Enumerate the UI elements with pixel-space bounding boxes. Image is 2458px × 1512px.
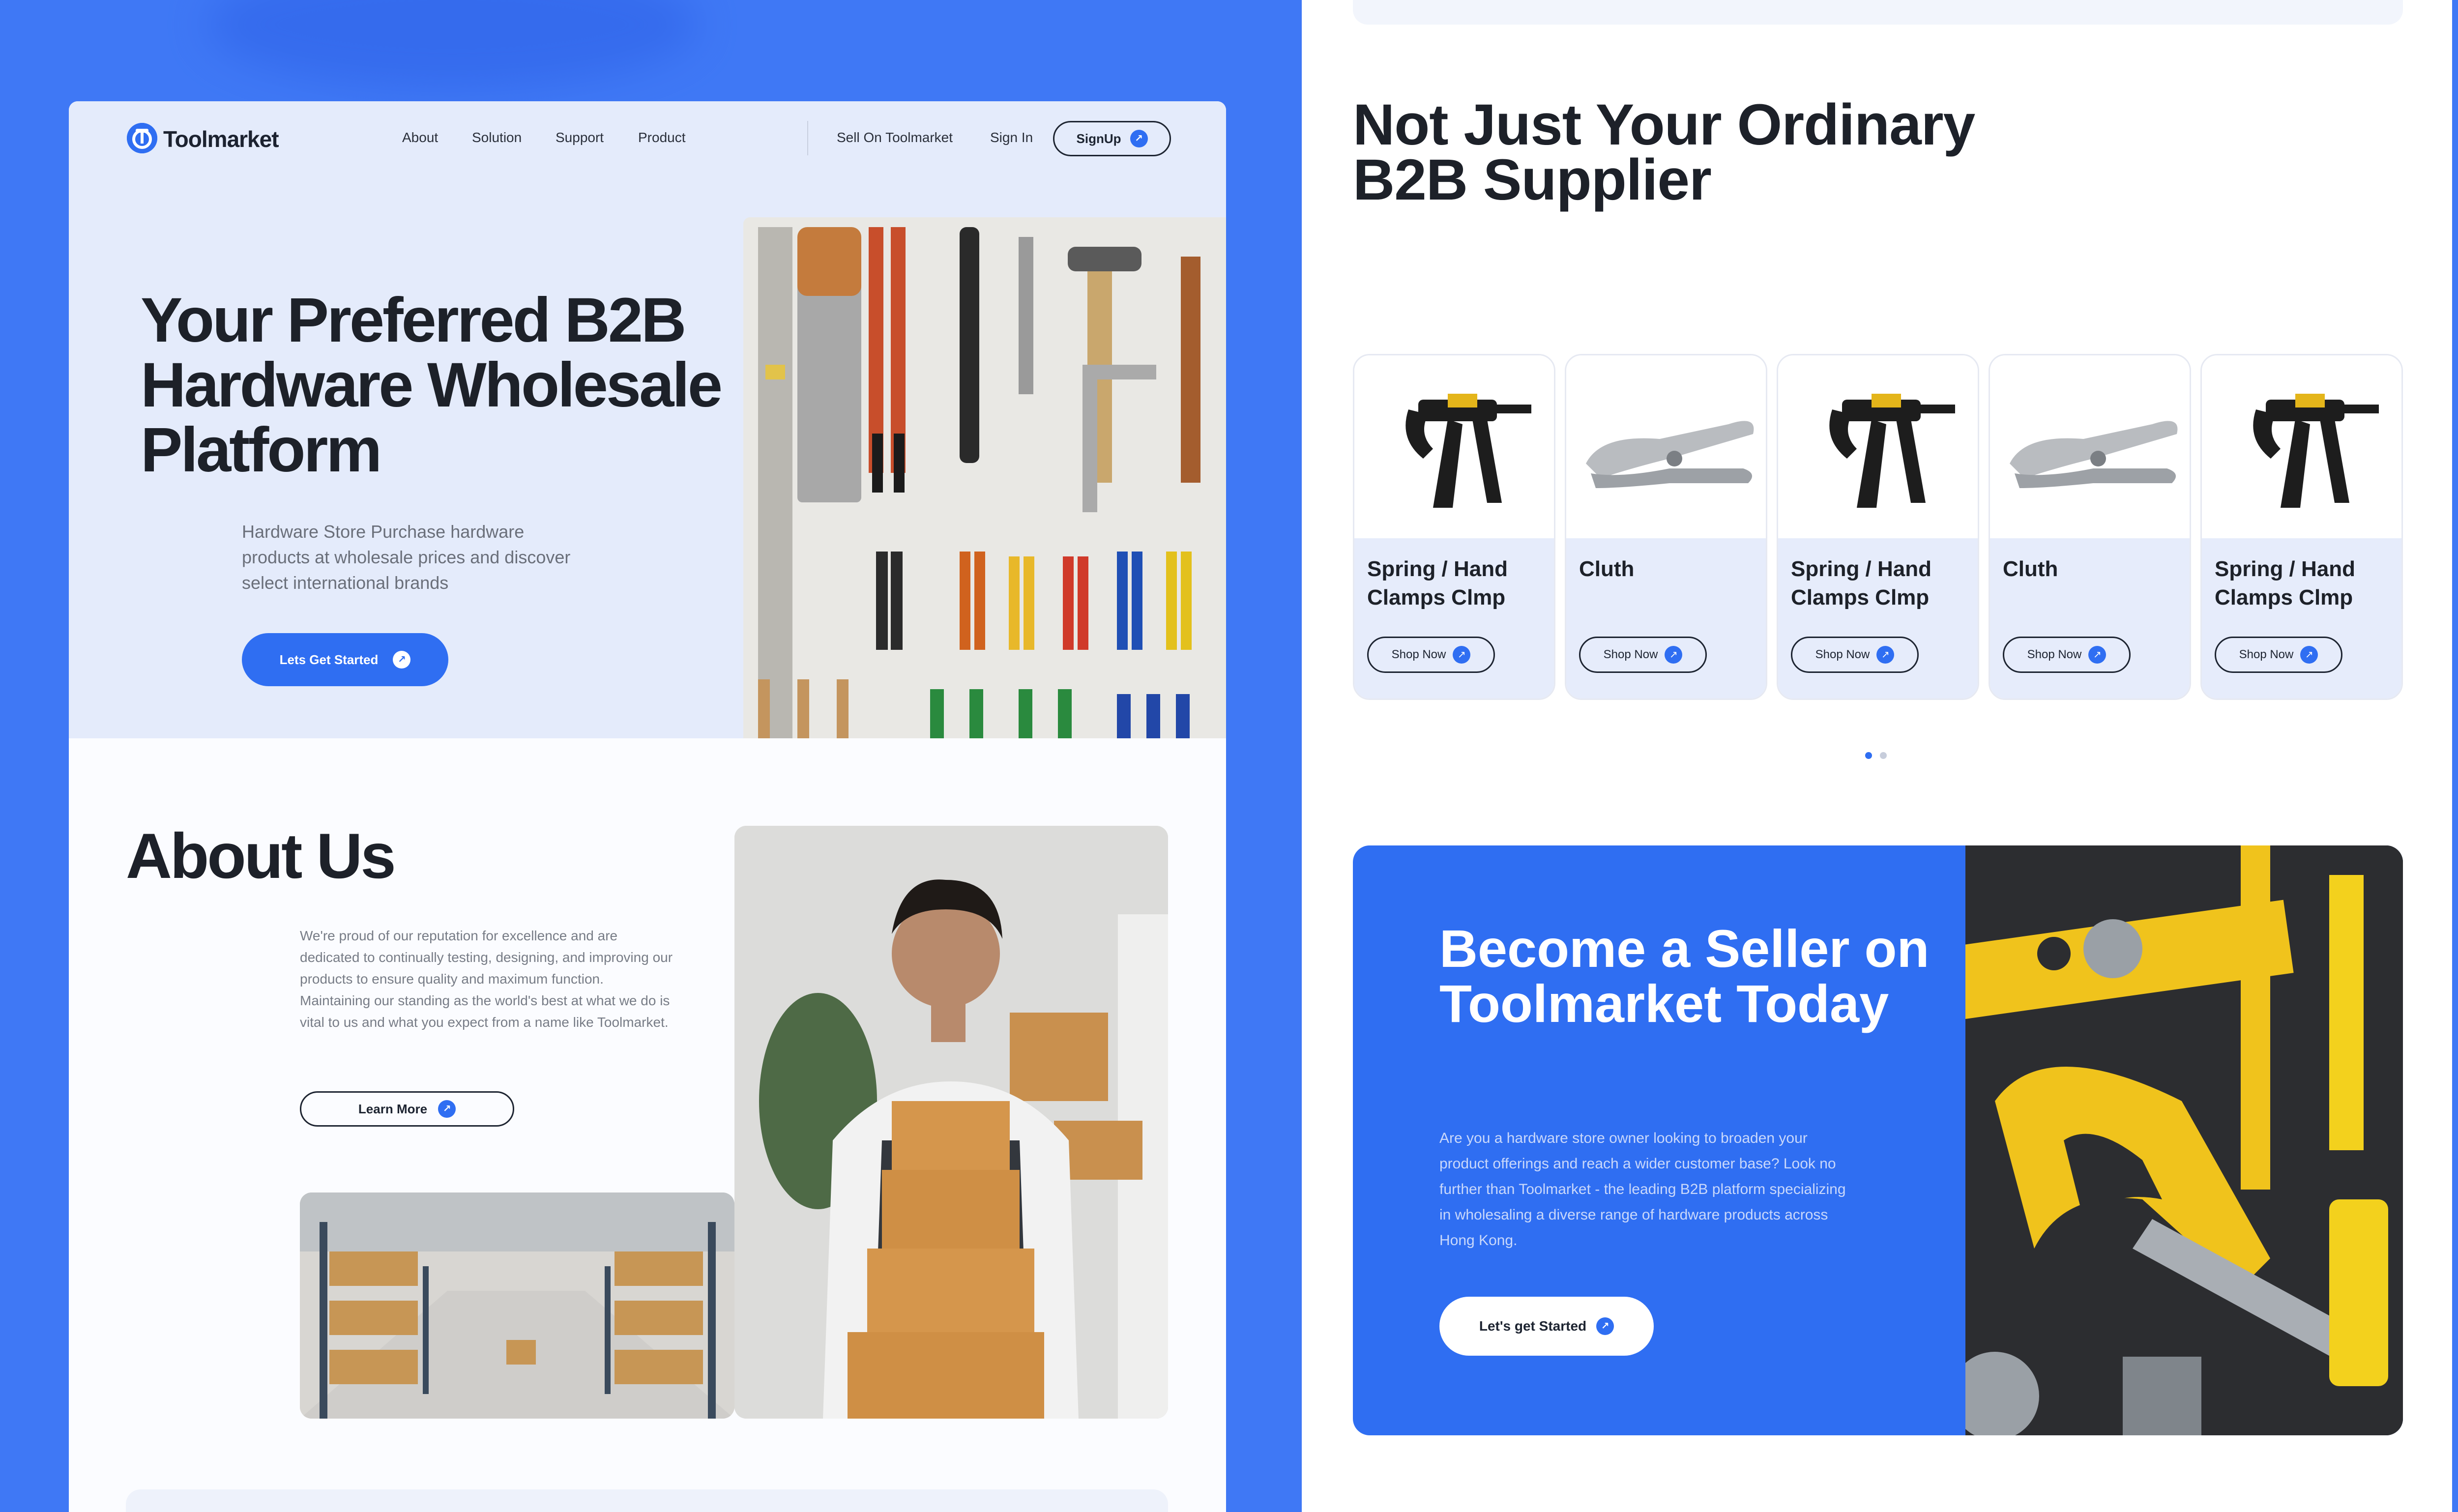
nav-divider: [807, 121, 808, 155]
lets-get-started-button[interactable]: Lets Get Started ↗: [242, 633, 448, 686]
nav-link-product[interactable]: Product: [638, 130, 686, 145]
arrow-up-right-icon: ↗: [2088, 646, 2107, 664]
hero-title: Your Preferred B2B Hardware Wholesale Pl…: [141, 285, 723, 485]
product-name: Spring / Hand Clamps Clmp: [1791, 557, 1931, 610]
product-card[interactable]: Spring / Hand Clamps Clmp Shop Now ↗: [2200, 354, 2403, 700]
top-navigation: Toolmarket About Solution Support Produc…: [69, 101, 1226, 175]
shop-now-label: Shop Now: [1815, 648, 1870, 661]
arrow-up-right-icon: ↗: [393, 651, 411, 669]
products-page-mockup: Not Just Your Ordinary B2B Supplier Spri…: [1302, 0, 2452, 1512]
products-section-title: Not Just Your Ordinary B2B Supplier: [1353, 92, 1975, 212]
next-section-peek: [126, 1489, 1168, 1512]
sign-in-link[interactable]: Sign In: [990, 130, 1033, 145]
arrow-up-right-icon: ↗: [1596, 1317, 1614, 1335]
product-card[interactable]: Cluth Shop Now ↗: [1565, 354, 1767, 700]
tools-on-dark-photo: [1942, 845, 2403, 1435]
right-margin-background: [2452, 0, 2458, 1512]
seller-title: Become a Seller on Toolmarket Today: [1439, 919, 1930, 1033]
product-card-body: Spring / Hand Clamps Clmp Shop Now ↗: [1354, 538, 1554, 698]
shop-now-label: Shop Now: [1603, 648, 1658, 661]
warehouse-photo: [300, 1192, 734, 1419]
lets-get-started-seller-button[interactable]: Let's get Started ↗: [1439, 1297, 1654, 1356]
arrow-up-right-icon: ↗: [2300, 646, 2318, 664]
product-card-body: Spring / Hand Clamps Clmp Shop Now ↗: [1778, 538, 1978, 698]
product-card[interactable]: Spring / Hand Clamps Clmp Shop Now ↗: [1353, 354, 1555, 700]
background-blob: [206, 0, 698, 88]
hero-subtitle: Hardware Store Purchase hardware product…: [242, 522, 571, 593]
product-card-body: Spring / Hand Clamps Clmp Shop Now ↗: [2202, 538, 2401, 698]
product-name: Spring / Hand Clamps Clmp: [2215, 557, 2355, 610]
learn-more-button[interactable]: Learn More ↗: [300, 1091, 514, 1127]
about-text: We're proud of our reputation for excell…: [300, 928, 673, 1030]
previous-section-peek: [1353, 0, 2403, 25]
shop-now-button[interactable]: Shop Now ↗: [1367, 637, 1495, 673]
product-name: Cluth: [1579, 557, 1635, 581]
shop-now-label: Shop Now: [1391, 648, 1446, 661]
arrow-up-right-icon: ↗: [1130, 130, 1148, 147]
product-card-body: Cluth Shop Now ↗: [1566, 538, 1766, 698]
carousel-dot[interactable]: [1880, 752, 1887, 759]
arrow-up-right-icon: ↗: [1453, 646, 1471, 664]
seller-text: Are you a hardware store owner looking t…: [1439, 1130, 1846, 1249]
cta-label: Lets Get Started: [279, 652, 379, 667]
homepage-mockup: Toolmarket About Solution Support Produc…: [69, 101, 1226, 1512]
product-card-body: Cluth Shop Now ↗: [1990, 538, 2190, 698]
tools-wall-photo: [743, 217, 1226, 738]
arrow-up-right-icon: ↗: [438, 1100, 456, 1118]
clamp-icon: [2202, 355, 2401, 538]
arrow-up-right-icon: ↗: [1665, 646, 1683, 664]
become-seller-banner: Become a Seller on Toolmarket Today Are …: [1353, 845, 2403, 1435]
nav-link-solution[interactable]: Solution: [472, 130, 522, 145]
shop-now-button[interactable]: Shop Now ↗: [1579, 637, 1707, 673]
signup-button[interactable]: SignUp ↗: [1053, 121, 1171, 156]
product-name: Cluth: [2003, 557, 2058, 581]
nav-link-about[interactable]: About: [402, 130, 438, 145]
carousel-dot-active[interactable]: [1865, 752, 1872, 759]
worker-holding-boxes-photo: [734, 826, 1168, 1419]
nav-link-support[interactable]: Support: [556, 130, 604, 145]
pliers-icon: [1566, 355, 1766, 538]
clamp-icon: [1778, 355, 1978, 538]
shop-now-button[interactable]: Shop Now ↗: [1791, 637, 1919, 673]
pliers-icon: [1990, 355, 2190, 538]
about-title: About Us: [126, 820, 396, 892]
arrow-up-right-icon: ↗: [1876, 646, 1895, 664]
product-name: Spring / Hand Clamps Clmp: [1367, 557, 1508, 610]
seller-cta-label: Let's get Started: [1479, 1318, 1587, 1334]
clamp-icon: [1354, 355, 1554, 538]
learn-more-label: Learn More: [358, 1101, 428, 1116]
toolmarket-logo-icon[interactable]: [127, 123, 157, 153]
sell-on-toolmarket-link[interactable]: Sell On Toolmarket: [837, 130, 953, 145]
shop-now-label: Shop Now: [2239, 648, 2294, 661]
hero-section: Toolmarket About Solution Support Produc…: [69, 101, 1226, 738]
brand-name[interactable]: Toolmarket: [163, 126, 279, 152]
shop-now-label: Shop Now: [2027, 648, 2082, 661]
shop-now-button[interactable]: Shop Now ↗: [2215, 637, 2342, 673]
product-card[interactable]: Cluth Shop Now ↗: [1989, 354, 2191, 700]
signup-label: SignUp: [1076, 131, 1121, 146]
shop-now-button[interactable]: Shop Now ↗: [2003, 637, 2131, 673]
product-card[interactable]: Spring / Hand Clamps Clmp Shop Now ↗: [1777, 354, 1979, 700]
